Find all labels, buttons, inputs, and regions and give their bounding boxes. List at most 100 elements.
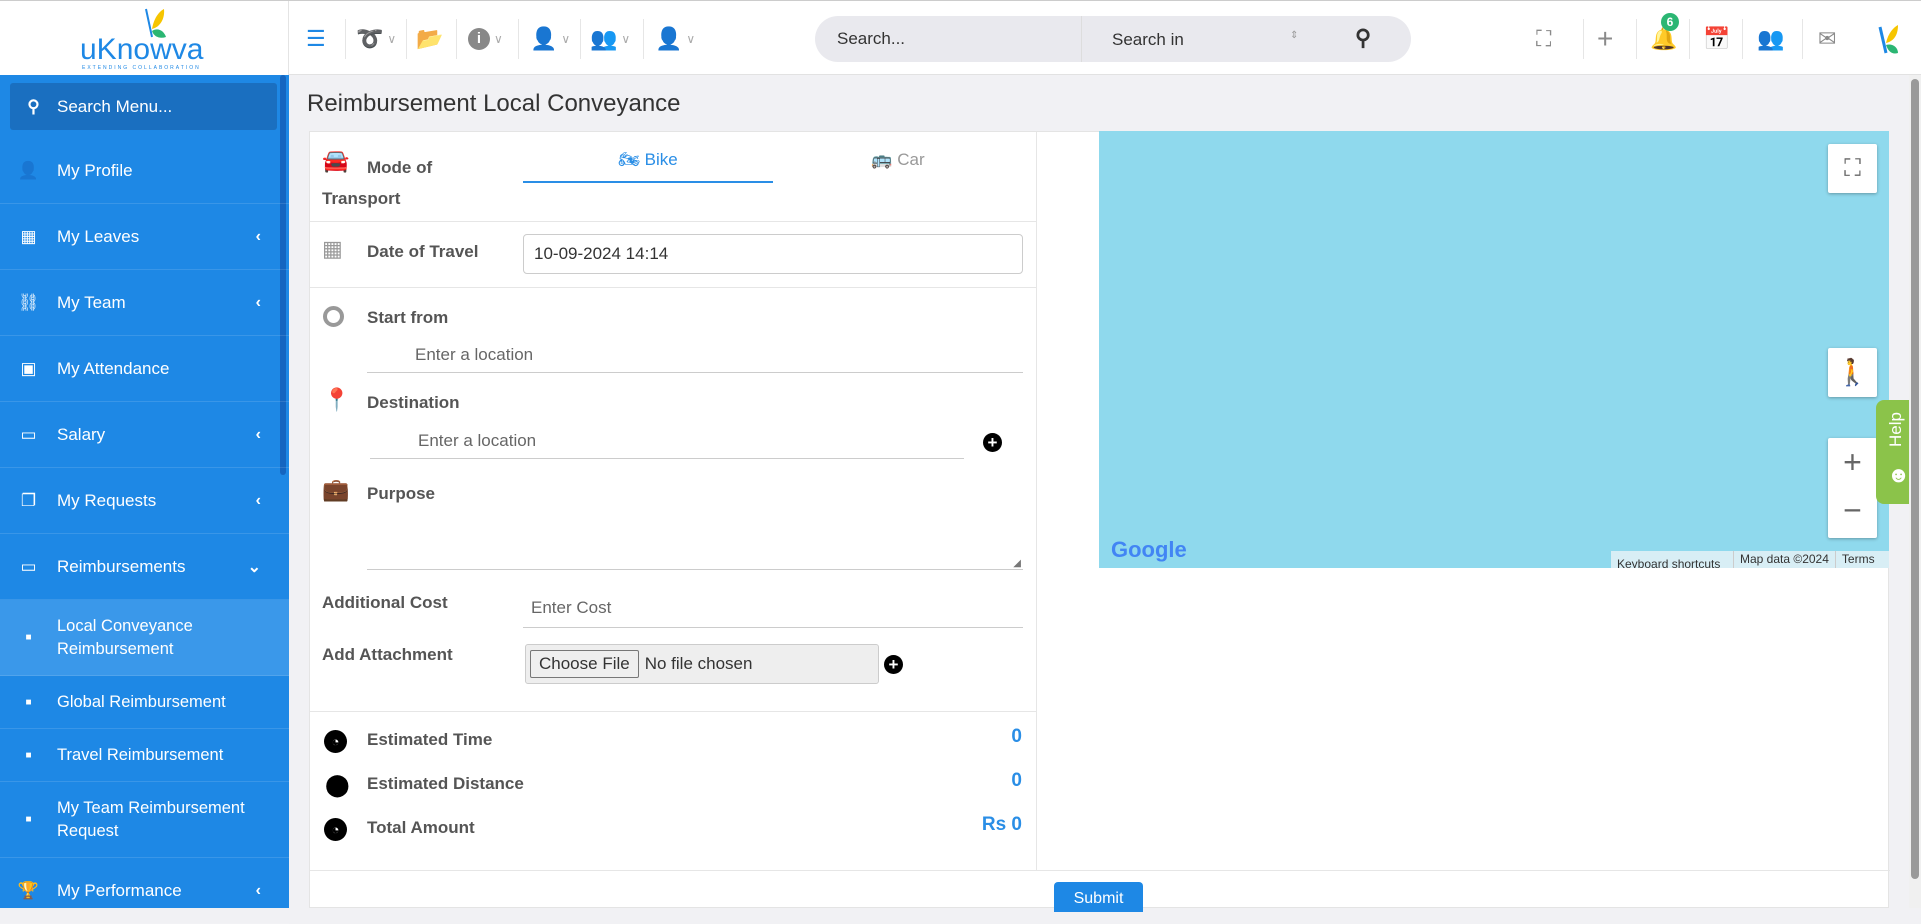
estimated-distance-label: Estimated Distance (367, 774, 524, 793)
additional-cost-input[interactable]: Enter Cost (523, 588, 1023, 628)
motorcycle-icon: 🏍 (618, 150, 640, 169)
destination-input[interactable]: Enter a location (370, 423, 964, 459)
folder-icon[interactable]: 📂 (416, 23, 443, 55)
sidebar-item-my-leaves[interactable]: ▦ My Leaves ‹ (0, 204, 289, 270)
chevron-down-icon: ⌄ (247, 558, 261, 576)
estimated-distance-value: 0 (1011, 770, 1022, 791)
date-of-travel-input[interactable]: 10-09-2024 14:14 (523, 234, 1023, 274)
tab-car[interactable]: 🚌 Car (773, 150, 1023, 183)
page-scrollbar[interactable] (1909, 75, 1921, 908)
sidebar-item-salary[interactable]: ▭ Salary ‹ (0, 402, 289, 468)
add-attachment-icon[interactable]: + (884, 655, 903, 674)
terms-link[interactable]: Terms (1834, 551, 1881, 568)
calendar-icon[interactable]: 📅 (1703, 23, 1730, 55)
bullet-icon: ■ (25, 696, 32, 708)
sidebar-item-my-attendance[interactable]: ▣ My Attendance (0, 336, 289, 402)
label: My Performance (57, 880, 182, 900)
calendar-icon: ▦ (20, 226, 37, 246)
circle-icon (323, 306, 344, 327)
users-icon[interactable]: 👥 ∨ (590, 23, 630, 55)
search-in-select[interactable]: Search in (1112, 30, 1184, 50)
scan-icon[interactable]: ⛶ (1536, 23, 1551, 55)
label: My Leaves (57, 226, 140, 246)
logo-tagline: EXTENDING COLLABORATION (82, 65, 201, 71)
sidebar-item-my-requests[interactable]: ❐ My Requests ‹ (0, 468, 289, 534)
sidebar-subitem-travel[interactable]: ■ Travel Reimbursement (0, 729, 289, 782)
start-location-input[interactable]: Enter a location (367, 337, 1023, 373)
start-label: Start from (367, 308, 449, 327)
info-icon[interactable]: i ∨ (468, 23, 503, 55)
google-map[interactable]: ⛶ 🚶 + − Google Keyboard shortcuts Map da… (1099, 131, 1889, 568)
file-input[interactable]: Choose File No file chosen (525, 644, 879, 684)
logo-text: uKnowva (80, 33, 204, 66)
map-marker-icon: ⬤ (325, 772, 350, 797)
zoom-controls: + − (1828, 438, 1877, 538)
estimated-time-label: Estimated Time (367, 730, 493, 749)
label: My Profile (57, 160, 133, 180)
search-icon: ⚲ (27, 96, 40, 116)
sidebar-subitem-my-team-reimbursement[interactable]: ■ My Team Reimbursement Request (0, 782, 289, 858)
tab-label: Car (897, 150, 925, 169)
trophy-icon: 🏆 (17, 880, 40, 900)
total-amount-label: Total Amount (367, 818, 475, 837)
sidebar-subitem-local-conveyance[interactable]: ■ Local Conveyance Reimbursement (0, 600, 289, 676)
sidebar-item-my-profile[interactable]: 👤 My Profile (0, 138, 289, 204)
money-icon: ▭ (20, 556, 37, 576)
search-menu[interactable]: ⚲ Search Menu... (10, 83, 277, 130)
zoom-out-icon[interactable]: − (1843, 488, 1862, 538)
clock-icon: ◔ (324, 730, 347, 753)
label: Reimbursements (57, 556, 186, 576)
add-destination-icon[interactable]: + (983, 433, 1002, 452)
menu-toggle-icon[interactable]: ☰ (306, 23, 326, 55)
pegman-icon[interactable]: 🚶 (1828, 348, 1877, 397)
profile-icon[interactable]: 👤 ∨ (655, 23, 695, 55)
notification-badge: 6 (1661, 13, 1679, 31)
team-icon[interactable]: 👥 (1757, 23, 1784, 55)
sidebar-subitem-global[interactable]: ■ Global Reimbursement (0, 676, 289, 729)
bullet-icon: ■ (25, 814, 32, 825)
label: My Team (57, 292, 126, 312)
money-icon: ▭ (20, 424, 37, 444)
label: My Team Reimbursement Request (57, 798, 245, 840)
chevron-left-icon: ‹ (255, 425, 261, 443)
purpose-label: Purpose (367, 484, 436, 503)
label: My Requests (57, 490, 157, 510)
sidebar-item-my-performance[interactable]: 🏆 My Performance ‹ (0, 858, 289, 924)
choose-file-button[interactable]: Choose File (530, 650, 639, 678)
chevron-left-icon: ‹ (255, 227, 261, 245)
search-icon[interactable]: ⚲ (1355, 25, 1371, 51)
estimated-time-value: 0 (1011, 726, 1022, 747)
calendar-icon: ▦ (322, 236, 343, 261)
zoom-in-icon[interactable]: + (1843, 438, 1862, 488)
map-marker-icon: 📍 (323, 387, 351, 412)
fullscreen-icon[interactable]: ⛶ (1828, 144, 1877, 193)
feed-icon[interactable]: ➰ ∨ (356, 23, 396, 55)
date-label: Date of Travel (367, 242, 479, 261)
tab-bike[interactable]: 🏍 Bike (523, 150, 773, 183)
app-logo-icon[interactable] (1876, 23, 1900, 57)
sidebar-item-reimbursements[interactable]: ▭ Reimbursements ⌄ (0, 534, 289, 600)
copy-icon: ❐ (20, 490, 37, 510)
plus-icon[interactable]: + (1597, 23, 1613, 55)
sidebar-item-my-team[interactable]: ⛓ My Team ‹ (0, 270, 289, 336)
mail-icon[interactable]: ✉ (1818, 23, 1836, 55)
logo[interactable]: uKnowva EXTENDING COLLABORATION (0, 1, 289, 76)
map-data-text: Map data ©2024 (1733, 551, 1835, 568)
label: My Attendance (57, 358, 170, 378)
tab-label: Bike (644, 150, 678, 169)
sidebar: ⚲ Search Menu... 👤 My Profile ▦ My Leaves ‹ … (0, 75, 289, 924)
user-icon[interactable]: 👤 ∨ (530, 23, 570, 55)
calendar-plus-icon: ▣ (20, 358, 37, 378)
label: Travel Reimbursement (57, 745, 224, 764)
search-input[interactable]: Search... (837, 29, 905, 49)
bullet-icon: ■ (25, 749, 32, 761)
car-icon: 🚌 (871, 150, 893, 169)
no-file-text: No file chosen (644, 654, 753, 673)
additional-cost-label: Additional Cost (322, 593, 448, 612)
help-robot-icon: ☻ (1887, 462, 1911, 487)
keyboard-shortcuts-link[interactable]: Keyboard shortcuts (1611, 551, 1733, 568)
select-arrows-icon: ⇕ (1290, 30, 1299, 41)
label: Local Conveyance Reimbursement (57, 616, 193, 658)
purpose-textarea[interactable]: ◢ (367, 512, 1023, 570)
label: Global Reimbursement (57, 692, 226, 711)
